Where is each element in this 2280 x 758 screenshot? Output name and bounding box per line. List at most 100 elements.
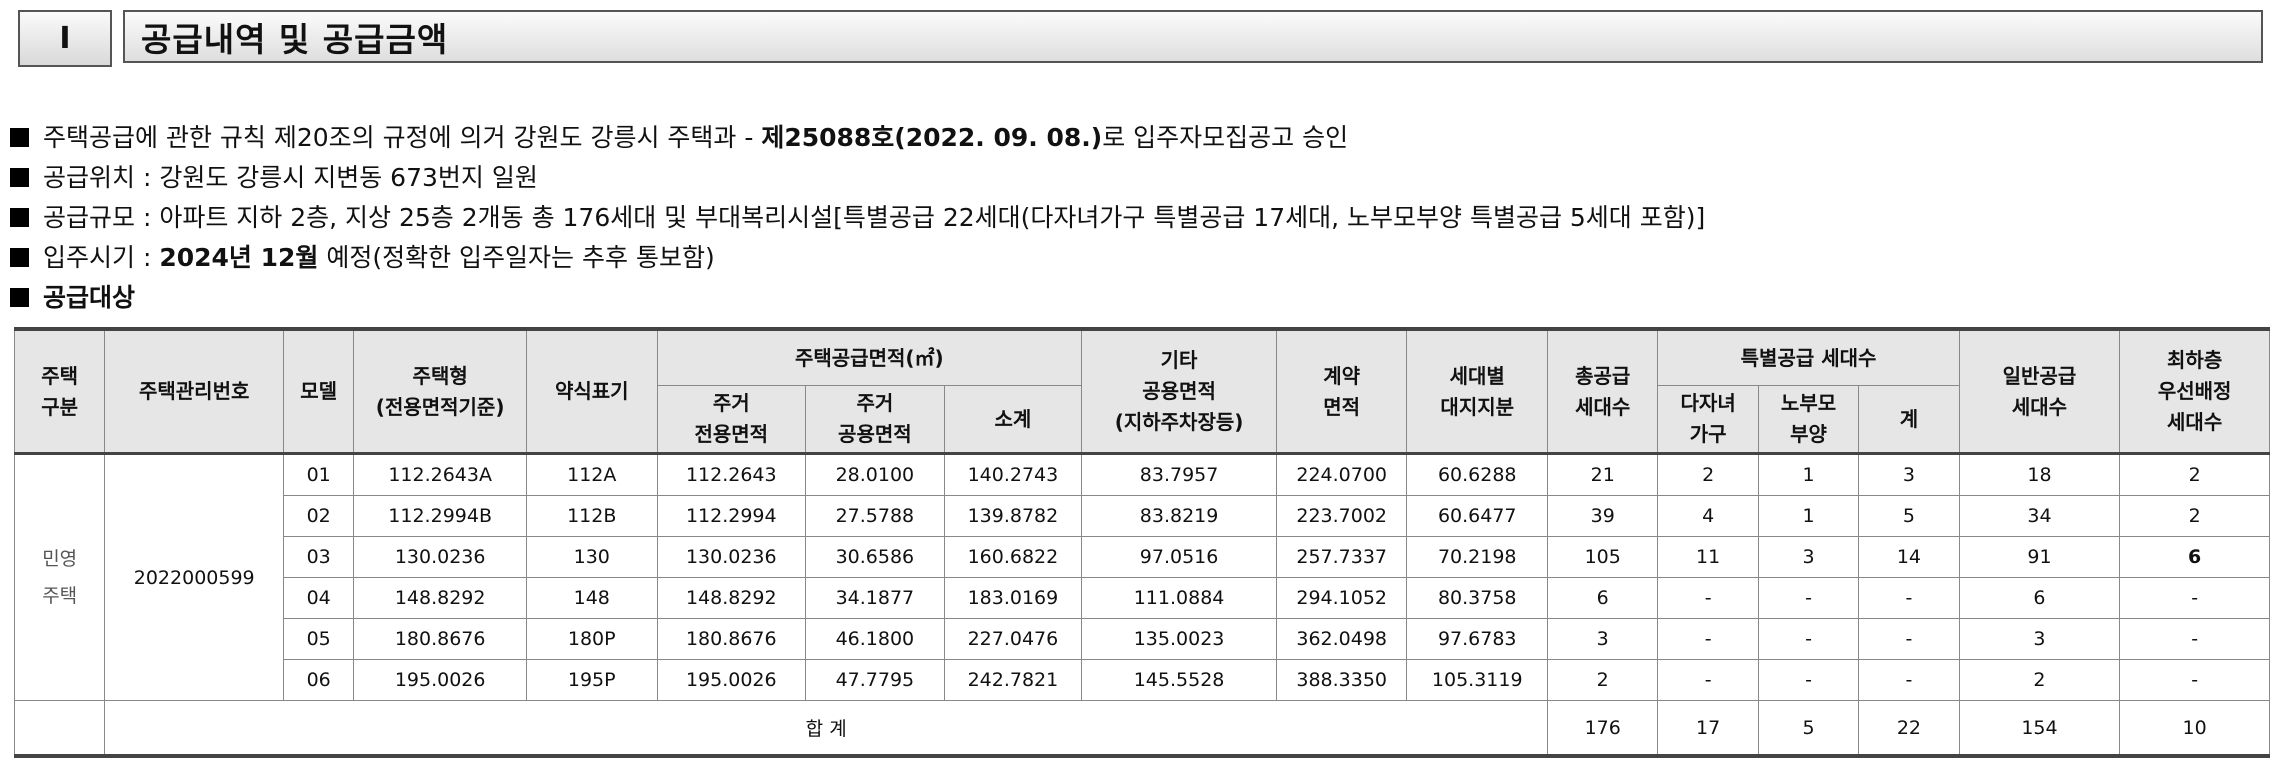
general-cell: 34 (1958, 495, 2121, 537)
header-management-number: 주택관리번호 (104, 328, 285, 455)
general-cell: 91 (1958, 536, 2121, 578)
multi-child-cell: 4 (1657, 495, 1759, 537)
type-cell: 130.0236 (353, 536, 527, 578)
elderly-cell: - (1757, 577, 1860, 619)
header-elderly: 노부모 부양 (1757, 385, 1860, 455)
type-cell: 195.0026 (353, 659, 527, 701)
exclusive-cell: 195.0026 (656, 659, 807, 701)
header-contract-area: 계약 면적 (1275, 328, 1408, 455)
elderly-cell: 3 (1757, 536, 1860, 578)
square-bullet-icon (10, 208, 29, 227)
common-cell: 46.1800 (805, 618, 945, 660)
land-share-cell: 80.3758 (1406, 577, 1548, 619)
multi-child-cell: - (1657, 618, 1759, 660)
total-label: 합 계 (104, 700, 1548, 758)
special-sum-cell: 14 (1858, 536, 1960, 578)
exclusive-cell: 148.8292 (656, 577, 807, 619)
abbr-cell: 112B (525, 495, 658, 537)
total-supply-cell: 105 (1546, 536, 1659, 578)
header-other-common-area: 기타 공용면적 (지하주차장등) (1081, 328, 1277, 455)
move-in-date: 2024년 12월 (159, 243, 319, 272)
header-general-supply: 일반공급 세대수 (1958, 328, 2121, 455)
elderly-cell: 1 (1757, 495, 1860, 537)
common-cell: 30.6586 (805, 536, 945, 578)
special-sum-cell: - (1858, 577, 1960, 619)
common-cell: 47.7795 (805, 659, 945, 701)
header-supply-area-group: 주택공급면적(㎡) (656, 328, 1083, 386)
multi-child-cell: - (1657, 577, 1759, 619)
note-approval: 주택공급에 관한 규칙 제20조의 규정에 의거 강원도 강릉시 주택과 - 제… (10, 118, 2270, 158)
multi-child-cell: - (1657, 659, 1759, 701)
model-cell: 02 (283, 495, 355, 537)
special-sum-cell: - (1858, 618, 1960, 660)
general-sum: 154 (1958, 700, 2121, 758)
total-supply-cell: 6 (1546, 577, 1659, 619)
note-text: 공급규모 : 아파트 지하 2층, 지상 25층 2개동 총 176세대 및 부… (43, 203, 1706, 232)
square-bullet-icon (10, 248, 29, 267)
land-share-cell: 105.3119 (1406, 659, 1548, 701)
other-common-cell: 145.5528 (1081, 659, 1277, 701)
subtotal-cell: 140.2743 (943, 453, 1083, 496)
table-row: 민영 주택 2022000599 01 112.2643A 112A 112.2… (13, 453, 2270, 701)
note-location: 공급위치 : 강원도 강릉시 지변동 673번지 일원 (10, 158, 2270, 198)
model-cell: 06 (283, 659, 355, 701)
lowest-floor-cell: 2 (2119, 453, 2270, 496)
general-cell: 3 (1958, 618, 2121, 660)
elderly-cell: - (1757, 618, 1860, 660)
table-row: 05 180.8676 180P 180.8676 46.1800 227.04… (15, 618, 2270, 660)
land-share-cell: 60.6477 (1406, 495, 1548, 537)
model-cell: 04 (283, 577, 355, 619)
subtotal-cell: 242.7821 (943, 659, 1083, 701)
lowest-floor-cell: 6 (2119, 536, 2270, 578)
header-total-supply: 총공급 세대수 (1546, 328, 1659, 455)
table-row: 04 148.8292 148 148.8292 34.1877 183.016… (15, 577, 2270, 619)
table-body: 민영 주택 2022000599 01 112.2643A 112A 112.2… (13, 453, 2270, 758)
supply-table: 주택 구분 주택관리번호 모델 주택형 (전용면적기준) 약식표기 주택공급면적… (13, 327, 2270, 758)
note-text: 입주시기 : (43, 243, 160, 272)
total-supply-cell: 2 (1546, 659, 1659, 701)
other-common-cell: 111.0884 (1081, 577, 1277, 619)
type-cell: 112.2994B (353, 495, 527, 537)
lowest-floor-cell: - (2119, 577, 2270, 619)
type-cell: 148.8292 (353, 577, 527, 619)
multi-child-cell: 11 (1657, 536, 1759, 578)
header-abbreviation: 약식표기 (525, 328, 658, 455)
subtotal-cell: 139.8782 (943, 495, 1083, 537)
type-cell: 180.8676 (353, 618, 527, 660)
special-sum-cell: 5 (1858, 495, 1960, 537)
special-sum-total: 22 (1858, 700, 1960, 758)
model-cell: 01 (283, 453, 355, 496)
approval-number: 제25088호(2022. 09. 08.) (761, 123, 1103, 152)
abbr-cell: 195P (525, 659, 658, 701)
house-division-cell: 민영 주택 (13, 453, 106, 701)
model-cell: 03 (283, 536, 355, 578)
exclusive-cell: 112.2643 (656, 453, 807, 496)
exclusive-cell: 180.8676 (656, 618, 807, 660)
management-number-cell: 2022000599 (104, 453, 285, 701)
header-common-area: 주거 공용면적 (805, 385, 945, 455)
land-share-cell: 60.6288 (1406, 453, 1548, 496)
general-cell: 18 (1958, 453, 2121, 496)
exclusive-cell: 112.2994 (656, 495, 807, 537)
section-header: I 공급내역 및 공급금액 (18, 10, 2268, 67)
header-house-type: 주택형 (전용면적기준) (353, 328, 527, 455)
header-land-share: 세대별 대지지분 (1406, 328, 1548, 455)
common-cell: 34.1877 (805, 577, 945, 619)
note-text: 로 입주자모집공고 승인 (1102, 123, 1349, 152)
lowest-floor-cell: - (2119, 659, 2270, 701)
multi-child-cell: 2 (1657, 453, 1759, 496)
exclusive-cell: 130.0236 (656, 536, 807, 578)
common-cell: 27.5788 (805, 495, 945, 537)
type-cell: 112.2643A (353, 453, 527, 496)
square-bullet-icon (10, 168, 29, 187)
header-model: 모델 (283, 328, 355, 455)
lowest-floor-cell: 2 (2119, 495, 2270, 537)
header-exclusive-area: 주거 전용면적 (656, 385, 807, 455)
subtotal-cell: 160.6822 (943, 536, 1083, 578)
other-common-cell: 135.0023 (1081, 618, 1277, 660)
special-sum-cell: - (1858, 659, 1960, 701)
note-text: 예정(정확한 입주일자는 추후 통보함) (318, 243, 715, 272)
elderly-cell: - (1757, 659, 1860, 701)
notes-list: 주택공급에 관한 규칙 제20조의 규정에 의거 강원도 강릉시 주택과 - 제… (10, 118, 2270, 318)
contract-cell: 224.0700 (1275, 453, 1408, 496)
